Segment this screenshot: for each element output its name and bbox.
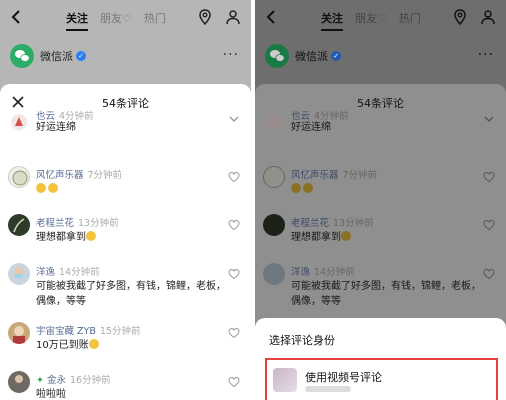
heart-icon[interactable] bbox=[228, 216, 240, 231]
account-header[interactable]: 微信派 ✓ bbox=[10, 44, 86, 68]
comment-author[interactable]: 风忆声乐器 bbox=[36, 170, 84, 181]
comment-text: 好运连绵 bbox=[291, 122, 331, 133]
emoji-icon bbox=[291, 183, 301, 193]
comment-author[interactable]: 老程兰花 bbox=[36, 218, 74, 229]
avatar[interactable] bbox=[8, 214, 30, 236]
heart-icon[interactable] bbox=[483, 168, 495, 183]
back-icon[interactable] bbox=[263, 8, 281, 26]
avatar bbox=[273, 368, 297, 392]
wechat-logo-icon bbox=[10, 44, 34, 68]
comment-text-content: 10万已到账 bbox=[36, 340, 89, 351]
back-icon[interactable] bbox=[8, 8, 26, 26]
more-options-icon[interactable]: ··· bbox=[478, 47, 494, 63]
emoji-icon bbox=[88, 339, 99, 349]
heart-icon[interactable] bbox=[228, 324, 240, 339]
profile-icon[interactable] bbox=[480, 9, 496, 25]
comment-author[interactable]: 宇宙宝藏 ZYB bbox=[36, 326, 96, 337]
comment-text: 啦啦啦 bbox=[36, 389, 66, 400]
comments-sheet: 54条评论 也云 4分钟前 好运连绵 风忆声乐器 7分钟前 老程兰花 13分钟前… bbox=[0, 84, 251, 400]
comment-time: 13分钟前 bbox=[78, 218, 119, 229]
avatar[interactable] bbox=[8, 322, 30, 344]
comment-text: 理想都拿到 bbox=[291, 230, 481, 245]
verified-badge-icon: ✓ bbox=[331, 51, 341, 61]
comment-time: 14分钟前 bbox=[59, 267, 100, 278]
emoji-icon bbox=[303, 183, 313, 193]
emoji-icon bbox=[341, 231, 351, 241]
tab-popular[interactable]: 热门 bbox=[399, 10, 421, 26]
comment-time: 15分钟前 bbox=[99, 326, 141, 337]
identity-option-label: 使用视频号评论 bbox=[305, 371, 382, 384]
account-name: 微信派 bbox=[40, 50, 73, 63]
top-nav-bar: 关注 朋友♡ 热门 bbox=[255, 0, 506, 36]
tab-following[interactable]: 关注 bbox=[321, 10, 343, 31]
comment-text: 10万已到账 bbox=[36, 338, 226, 353]
tab-friends[interactable]: 朋友♡ bbox=[100, 10, 132, 26]
avatar[interactable] bbox=[263, 214, 285, 236]
avatar[interactable] bbox=[8, 263, 30, 285]
verified-badge-icon: ✓ bbox=[76, 51, 86, 61]
location-icon[interactable] bbox=[197, 9, 213, 26]
wechat-logo-icon bbox=[265, 44, 289, 68]
more-options-icon[interactable]: ··· bbox=[223, 47, 239, 63]
comment-text bbox=[36, 182, 226, 197]
emoji-icon bbox=[86, 231, 96, 241]
identity-sheet-title: 选择评论身份 bbox=[269, 334, 335, 347]
avatar[interactable] bbox=[8, 371, 30, 393]
account-name: 微信派 bbox=[295, 50, 328, 63]
comment-author[interactable]: 金永 bbox=[47, 375, 66, 386]
tab-friends[interactable]: 朋友♡ bbox=[355, 10, 387, 26]
comment-text: 好运连绵 bbox=[36, 122, 76, 133]
comment-text-content: 理想都拿到 bbox=[291, 232, 341, 243]
avatar[interactable] bbox=[11, 114, 27, 130]
comment-author[interactable]: 洋逸 bbox=[36, 267, 55, 278]
cactus-icon: ✦ bbox=[36, 375, 44, 386]
heart-icon[interactable] bbox=[483, 216, 495, 231]
heart-icon[interactable] bbox=[483, 265, 495, 280]
comment-text: 可能被我截了好多图，有钱，锦鲤，老板，偶像，等等 bbox=[36, 281, 226, 307]
comment-text bbox=[291, 182, 481, 197]
emoji-icon bbox=[36, 183, 46, 193]
comment-time: 7分钟前 bbox=[342, 170, 378, 181]
tab-following[interactable]: 关注 bbox=[66, 10, 88, 31]
screen-left: 关注 朋友♡ 热门 微信派 ✓ ··· 54条评论 也云 4分钟前 好运连绵 风… bbox=[0, 0, 251, 400]
emoji-icon bbox=[48, 183, 58, 193]
account-header[interactable]: 微信派 ✓ bbox=[265, 44, 341, 68]
top-nav-bar: 关注 朋友♡ 热门 bbox=[0, 0, 251, 36]
chevron-down-icon[interactable] bbox=[483, 110, 495, 122]
comment-author[interactable]: 老程兰花 bbox=[291, 218, 329, 229]
profile-icon[interactable] bbox=[225, 9, 241, 25]
comment-time: 13分钟前 bbox=[333, 218, 374, 229]
tab-popular[interactable]: 热门 bbox=[144, 10, 166, 26]
avatar[interactable] bbox=[266, 114, 282, 130]
comment-text-content: 理想都拿到 bbox=[36, 232, 86, 243]
comment-identity-sheet: 选择评论身份 使用视频号评论 bbox=[255, 318, 506, 400]
comment-time: 14分钟前 bbox=[314, 267, 355, 278]
screen-right: 关注 朋友♡ 热门 微信派 ✓ ··· 54条评论 也云 4分钟前 好运连绵 风… bbox=[255, 0, 506, 400]
blurred-account-name bbox=[305, 386, 351, 392]
use-channel-identity-option[interactable]: 使用视频号评论 bbox=[265, 358, 498, 400]
comment-author[interactable]: 洋逸 bbox=[291, 267, 310, 278]
comment-text: 可能被我截了好多图，有钱，锦鲤，老板，偶像，等等 bbox=[291, 281, 481, 307]
heart-icon[interactable] bbox=[228, 373, 240, 388]
avatar[interactable] bbox=[8, 166, 30, 188]
comment-author[interactable]: 风忆声乐器 bbox=[291, 170, 339, 181]
avatar[interactable] bbox=[263, 263, 285, 285]
comment-time: 16分钟前 bbox=[70, 375, 111, 386]
comment-text: 理想都拿到 bbox=[36, 230, 226, 245]
chevron-down-icon[interactable] bbox=[228, 110, 240, 122]
heart-icon[interactable] bbox=[228, 265, 240, 280]
location-icon[interactable] bbox=[452, 9, 468, 26]
heart-icon[interactable] bbox=[228, 168, 240, 183]
avatar[interactable] bbox=[263, 166, 285, 188]
comment-time: 7分钟前 bbox=[87, 170, 123, 181]
